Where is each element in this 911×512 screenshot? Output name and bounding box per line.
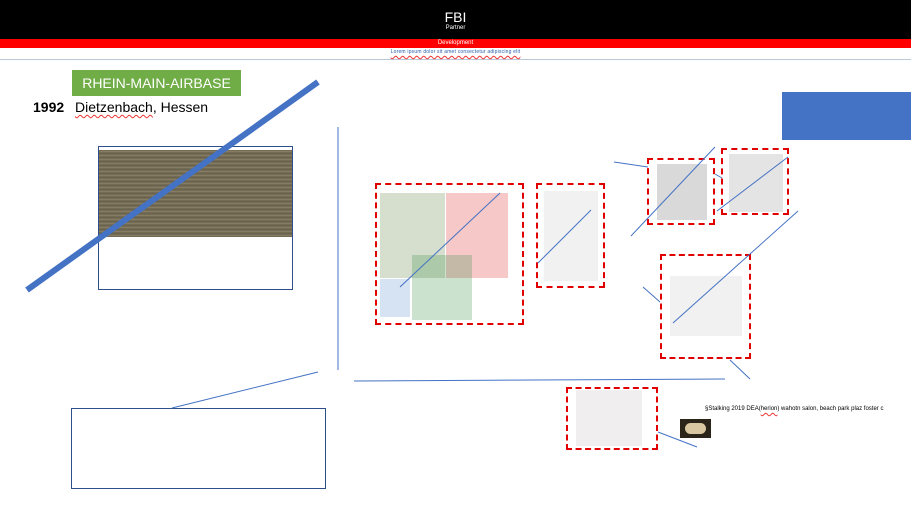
connector-line xyxy=(642,286,661,303)
connector-line xyxy=(714,173,723,179)
connector-line xyxy=(537,209,592,264)
connector-line xyxy=(672,210,799,324)
connector-lines xyxy=(25,79,799,448)
connector-line xyxy=(630,146,716,237)
connector-line xyxy=(613,161,649,168)
strike-line xyxy=(25,79,320,293)
horizontal-divider xyxy=(353,378,726,382)
connector-line xyxy=(171,371,319,409)
connector-line xyxy=(399,192,501,288)
connector-line xyxy=(729,359,751,380)
connector-line xyxy=(657,431,698,448)
connector-line xyxy=(716,156,789,212)
